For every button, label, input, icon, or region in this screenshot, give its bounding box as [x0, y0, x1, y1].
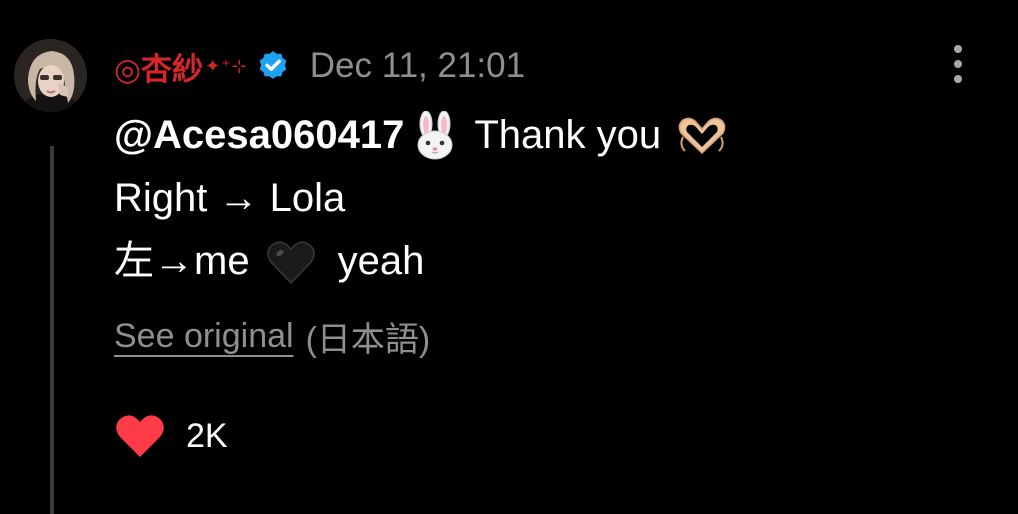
more-dot	[954, 75, 962, 83]
like-section: 2K	[114, 410, 228, 462]
original-language: (日本語)	[305, 321, 431, 359]
more-options-icon[interactable]	[944, 42, 972, 86]
heart-icon[interactable]	[114, 413, 166, 459]
rabbit-face-emoji	[417, 110, 453, 159]
comment-text: Right → Lola	[114, 176, 346, 220]
comment-line-2: Right → Lola	[114, 167, 729, 230]
like-count: 2K	[186, 416, 228, 455]
comment-text: Thank you	[474, 113, 662, 157]
more-dot	[954, 45, 962, 53]
verified-badge-icon	[259, 51, 287, 79]
comment-header: ◎杏紗 ✦⁺⊹ Dec 11, 21:01	[114, 44, 525, 88]
comment-text: 左→me	[114, 239, 250, 283]
comment-line-1: @Acesa060417 Thank you	[114, 104, 729, 167]
username[interactable]: ◎杏紗	[114, 44, 203, 89]
see-original-link[interactable]: See original	[114, 317, 294, 356]
thread-line	[50, 146, 54, 514]
avatar[interactable]	[14, 39, 87, 112]
username-decoration: ✦⁺⊹	[205, 55, 248, 76]
translation-notice: See original (日本語)	[114, 312, 430, 361]
mention-link[interactable]: @Acesa060417	[114, 104, 404, 167]
black-heart-emoji	[266, 241, 315, 284]
comment-body: @Acesa060417 Thank you Right → Lola 左→me	[114, 104, 729, 293]
more-dot	[954, 60, 962, 68]
user-avatar-photo	[14, 39, 87, 112]
comment-line-3: 左→me yeah	[114, 230, 729, 293]
comment-text: yeah	[337, 239, 425, 283]
timestamp: Dec 11, 21:01	[309, 46, 526, 85]
heart-hands-emoji	[678, 117, 726, 154]
